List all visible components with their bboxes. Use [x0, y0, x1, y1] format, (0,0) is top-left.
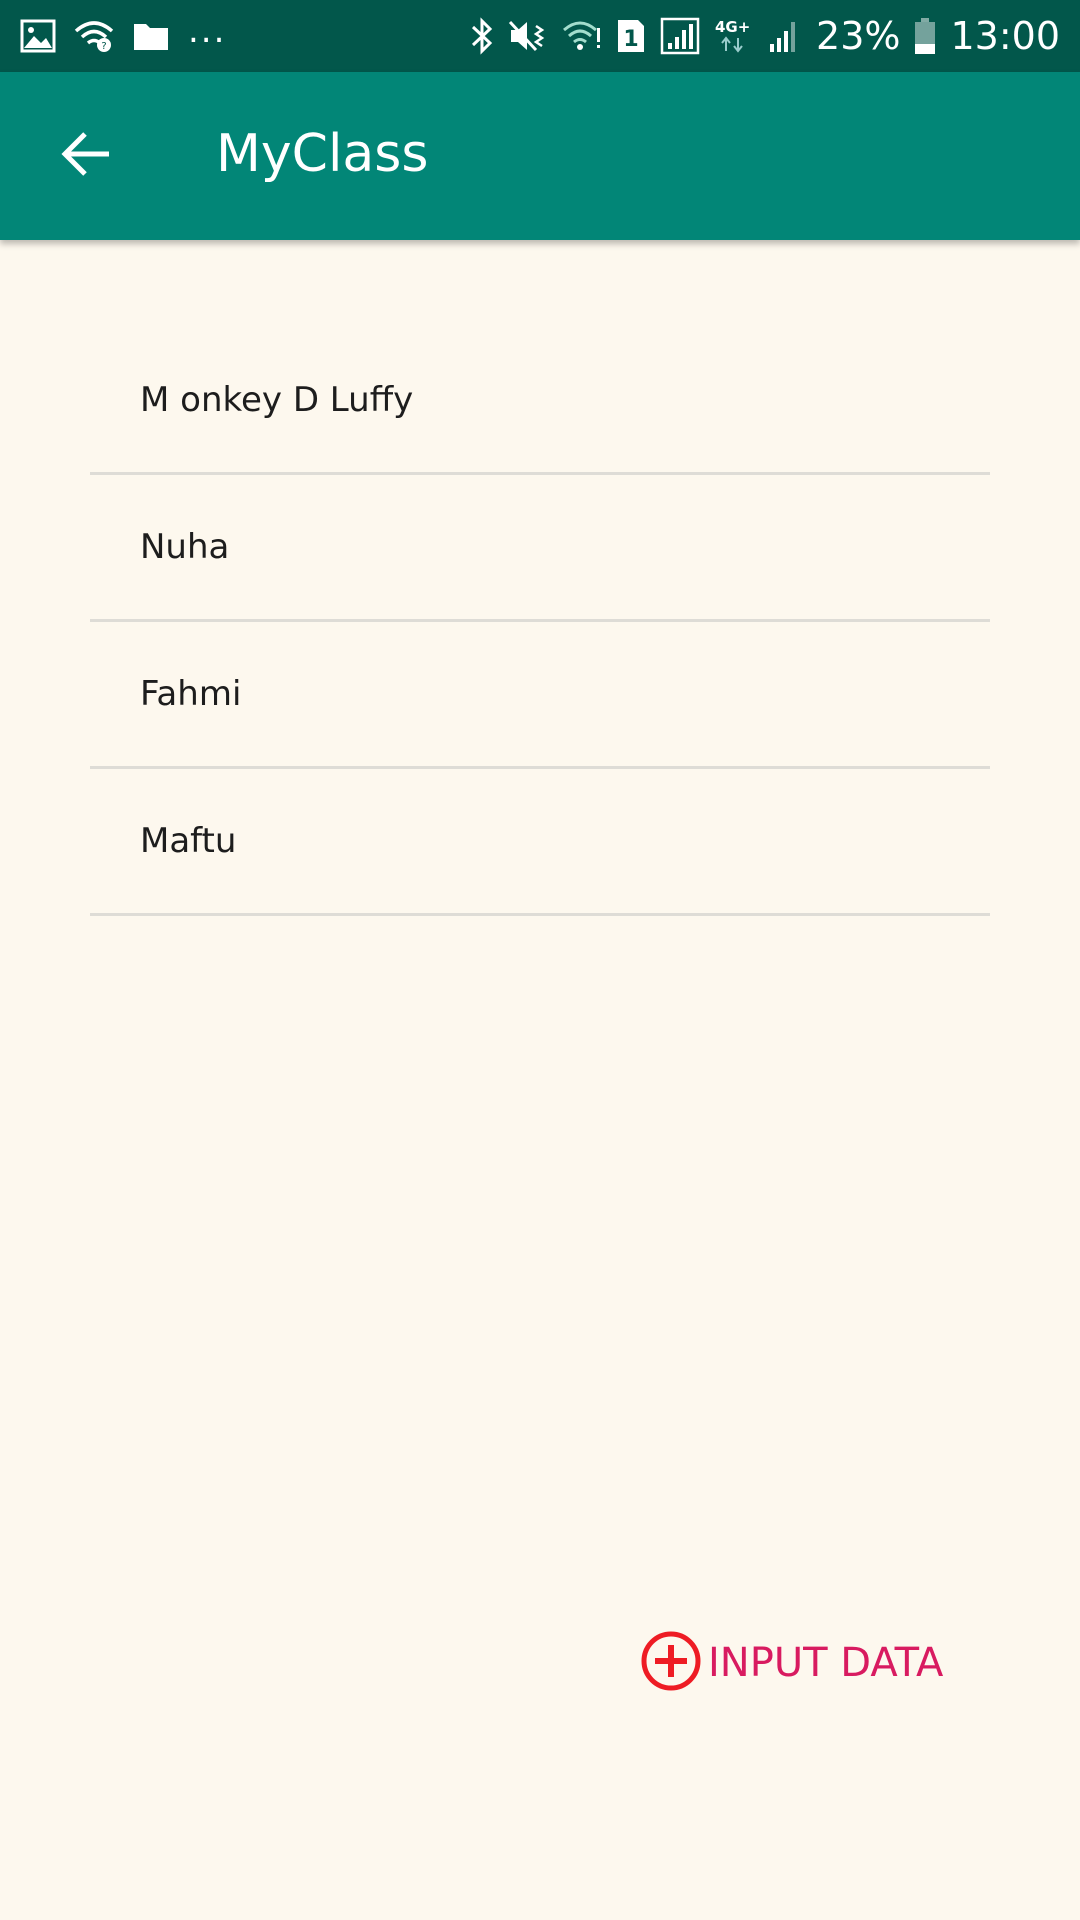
- student-list: M onkey D Luffy Nuha Fahmi Maftu: [90, 328, 990, 916]
- list-item[interactable]: Fahmi: [90, 622, 990, 769]
- signal-icon: [660, 17, 700, 55]
- arrow-left-icon: [61, 131, 111, 181]
- status-bar: ? ... 1 4G+ 23% 13:00: [0, 0, 1080, 72]
- signal-weak-icon: [766, 18, 802, 54]
- list-item-label: Fahmi: [140, 674, 242, 714]
- svg-text:1: 1: [623, 27, 638, 52]
- input-data-label: INPUT DATA: [708, 1640, 944, 1686]
- sim-1-icon: 1: [616, 18, 646, 54]
- wifi-question-icon: ?: [74, 19, 114, 53]
- bluetooth-icon: [470, 17, 494, 55]
- list-item-label: M onkey D Luffy: [140, 380, 414, 420]
- 4g-plus-icon: 4G+: [714, 17, 752, 55]
- list-item-label: Nuha: [140, 527, 230, 567]
- battery-percentage: 23%: [816, 14, 901, 58]
- more-notifications: ...: [188, 11, 227, 51]
- image-icon: [20, 19, 56, 53]
- list-item[interactable]: Maftu: [90, 769, 990, 916]
- back-button[interactable]: [56, 126, 116, 186]
- list-item[interactable]: Nuha: [90, 475, 990, 622]
- page-title: MyClass: [216, 124, 429, 184]
- wifi-icon: [562, 20, 602, 52]
- input-data-button[interactable]: INPUT DATA: [640, 1630, 943, 1696]
- clock: 13:00: [950, 14, 1060, 58]
- svg-text:4G+: 4G+: [715, 18, 750, 36]
- vibrate-icon: [508, 18, 548, 54]
- status-right: 1 4G+ 23% 13:00: [470, 14, 1060, 58]
- svg-text:?: ?: [101, 41, 106, 52]
- list-item-label: Maftu: [140, 821, 237, 861]
- status-left: ? ...: [20, 11, 226, 53]
- add-circle-icon: [640, 1630, 702, 1696]
- folder-icon: [132, 20, 170, 52]
- app-bar: MyClass: [0, 72, 1080, 240]
- list-item[interactable]: M onkey D Luffy: [90, 328, 990, 475]
- battery-icon: [914, 17, 936, 55]
